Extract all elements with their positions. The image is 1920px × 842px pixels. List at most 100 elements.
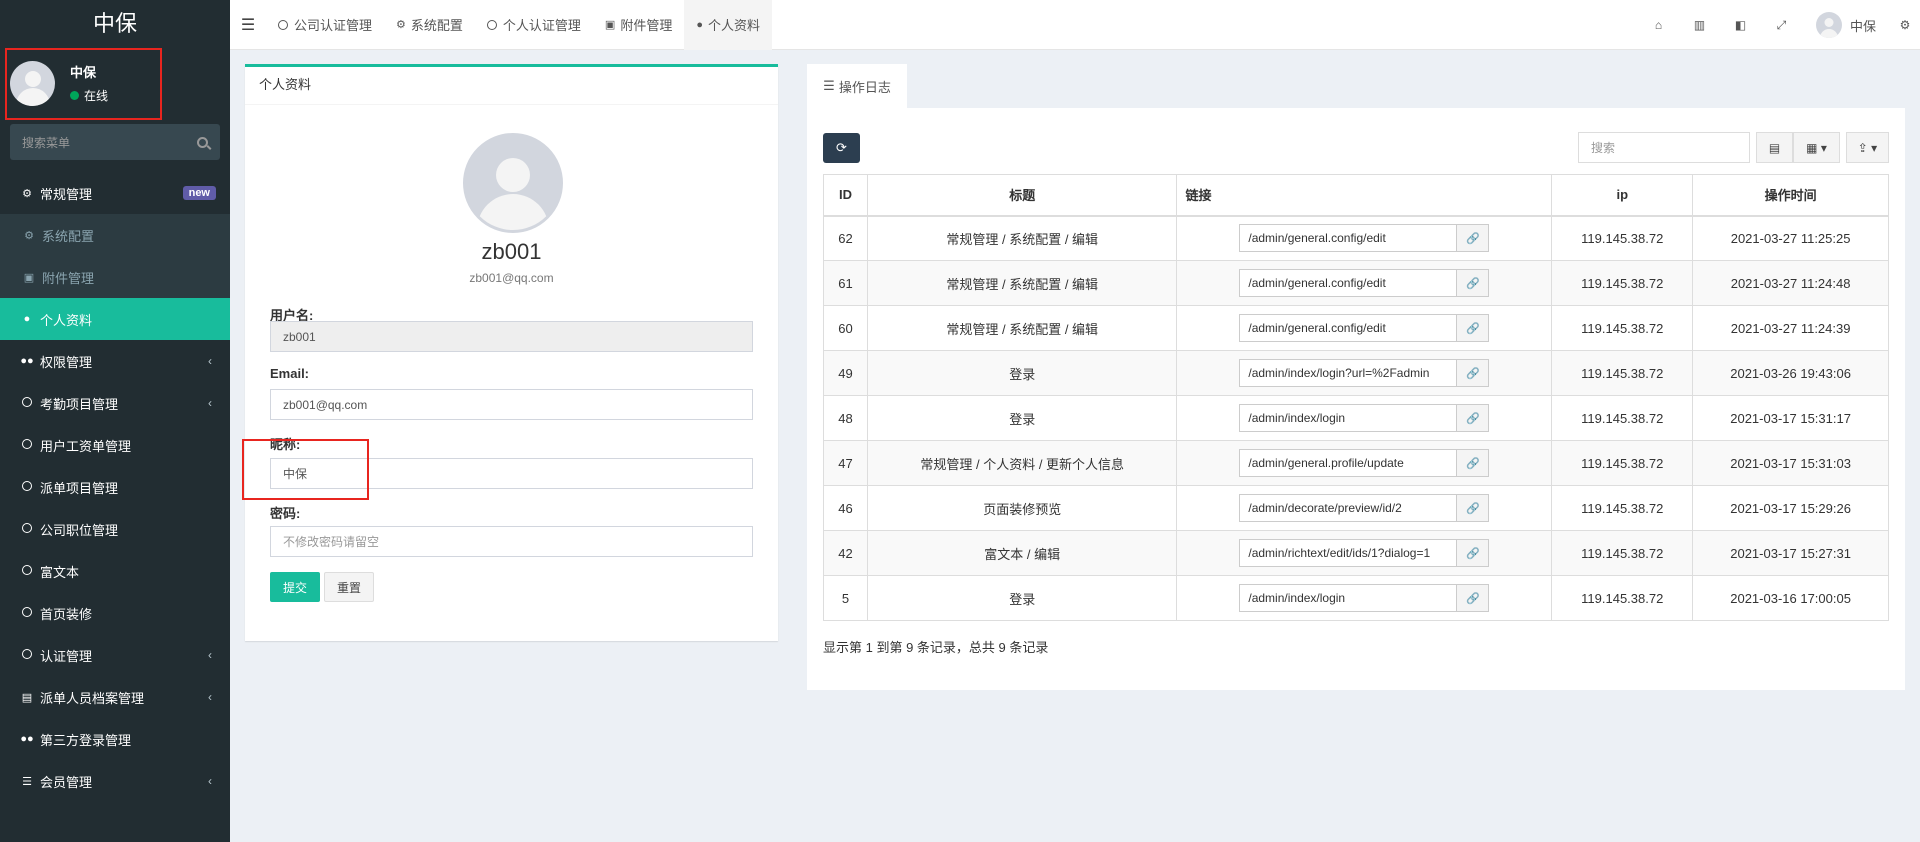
password-field[interactable]: 不修改密码请留空 xyxy=(270,526,753,557)
log-body: ⟳ 搜索 ▤ ▦ ▾ ⇪ ▾ ID 标题 链接 ip 操作时间 62 常规管理 … xyxy=(807,108,1905,690)
url-field[interactable]: /admin/general.config/edit xyxy=(1240,315,1457,341)
sidebar-item-staff-archive[interactable]: ▤ 派单人员档案管理 ‹ xyxy=(0,676,230,718)
cell-time: 2021-03-17 15:29:26 xyxy=(1692,485,1889,531)
sidebar-item-label: 系统配置 xyxy=(42,228,95,244)
email-field[interactable]: zb001@qq.com xyxy=(270,389,753,420)
cell-ip[interactable]: 119.145.38.72 xyxy=(1551,350,1694,396)
sidebar-item-dispatch[interactable]: 派单项目管理 xyxy=(0,466,230,508)
tab-system-config[interactable]: ⚙ 系统配置 xyxy=(384,0,475,50)
col-time[interactable]: 操作时间 xyxy=(1692,174,1889,217)
cell-title: 登录 xyxy=(866,575,1178,621)
cell-ip[interactable]: 119.145.38.72 xyxy=(1551,215,1694,261)
link-icon[interactable]: 🔗 xyxy=(1456,360,1489,386)
sidebar-item-label: 派单人员档案管理 xyxy=(40,690,145,706)
submit-button[interactable]: 提交 xyxy=(270,572,320,602)
url-field[interactable]: /admin/index/login?url=%2Fadmin xyxy=(1240,360,1457,386)
url-field[interactable]: /admin/general.profile/update xyxy=(1240,450,1457,476)
sidebar-item-label: 常规管理 xyxy=(40,186,93,202)
link-icon[interactable]: 🔗 xyxy=(1456,315,1489,341)
cell-ip[interactable]: 119.145.38.72 xyxy=(1551,395,1694,441)
language-icon[interactable]: ◧ xyxy=(1720,18,1761,32)
file-image-icon: ▣ xyxy=(23,271,35,284)
chevron-left-icon: ‹ xyxy=(208,774,212,788)
sidebar-item-general[interactable]: ⚙ 常规管理 new xyxy=(0,172,230,214)
table-row: 61 常规管理 / 系统配置 / 编辑 /admin/general.confi… xyxy=(823,260,1889,306)
sidebar-item-richtext[interactable]: 富文本 xyxy=(0,550,230,592)
chevron-left-icon: ‹ xyxy=(208,690,212,704)
gears-icon[interactable]: ⚙ xyxy=(1890,18,1920,32)
col-link[interactable]: 链接 xyxy=(1176,174,1553,217)
cell-time: 2021-03-17 15:27:31 xyxy=(1692,530,1889,576)
file-image-icon: ▣ xyxy=(604,19,616,31)
refresh-button[interactable]: ⟳ xyxy=(823,133,860,163)
fullscreen-icon[interactable]: ⤢ xyxy=(1761,18,1802,33)
link-icon[interactable]: 🔗 xyxy=(1456,270,1489,296)
trash-icon[interactable]: ▥ xyxy=(1679,18,1720,32)
link-icon[interactable]: 🔗 xyxy=(1456,225,1489,252)
cell-ip[interactable]: 119.145.38.72 xyxy=(1551,485,1694,531)
cell-ip[interactable]: 119.145.38.72 xyxy=(1551,440,1694,486)
cell-id: 60 xyxy=(823,305,868,351)
sidebar-item-payroll[interactable]: 用户工资单管理 xyxy=(0,424,230,466)
tab-personal-cert[interactable]: 个人认证管理 xyxy=(475,0,593,50)
cell-title: 常规管理 / 系统配置 / 编辑 xyxy=(866,260,1178,306)
sidebar-item-label: 公司职位管理 xyxy=(40,522,119,538)
sidebar-item-positions[interactable]: 公司职位管理 xyxy=(0,508,230,550)
sidebar-item-decorate[interactable]: 首页装修 xyxy=(0,592,230,634)
log-search-input[interactable]: 搜索 xyxy=(1578,132,1750,163)
sidebar-item-profile[interactable]: ● 个人资料 xyxy=(0,298,230,340)
url-field[interactable]: /admin/general.config/edit xyxy=(1240,270,1457,296)
sidebar-item-label: 首页装修 xyxy=(40,606,93,622)
tab-profile[interactable]: ● 个人资料 xyxy=(684,0,773,50)
url-field[interactable]: /admin/index/login xyxy=(1240,405,1457,431)
tab-company-cert[interactable]: 公司认证管理 xyxy=(266,0,384,50)
menu-toggle-icon[interactable]: ☰ xyxy=(230,15,266,35)
url-field[interactable]: /admin/general.config/edit xyxy=(1240,225,1457,252)
url-field[interactable]: /admin/decorate/preview/id/2 xyxy=(1240,495,1457,521)
sidebar-item-third-party[interactable]: ●● 第三方登录管理 xyxy=(0,718,230,760)
sidebar-item-config[interactable]: ⚙ 系统配置 xyxy=(0,214,230,256)
circle-o-icon xyxy=(20,438,34,452)
link-icon[interactable]: 🔗 xyxy=(1456,405,1489,431)
sidebar-item-certification[interactable]: 认证管理 ‹ xyxy=(0,634,230,676)
link-icon[interactable]: 🔗 xyxy=(1456,450,1489,476)
col-id[interactable]: ID xyxy=(823,174,868,217)
tab-attachment[interactable]: ▣ 附件管理 xyxy=(593,0,684,50)
home-icon[interactable]: ⌂ xyxy=(1638,18,1679,32)
circle-o-icon xyxy=(486,19,497,30)
cell-link: /admin/general.config/edit 🔗 xyxy=(1176,305,1553,351)
url-field[interactable]: /admin/richtext/edit/ids/1?dialog=1 xyxy=(1240,540,1457,566)
search-icon[interactable] xyxy=(197,136,208,148)
gear-icon: ⚙ xyxy=(24,229,34,242)
cell-ip[interactable]: 119.145.38.72 xyxy=(1551,305,1694,351)
sidebar-item-label: 富文本 xyxy=(40,564,80,580)
url-field[interactable]: /admin/index/login xyxy=(1240,585,1457,611)
tab-operation-log[interactable]: ☰ 操作日志 xyxy=(807,64,907,108)
group-icon: ●● xyxy=(20,355,34,367)
sidebar-item-members[interactable]: ☰ 会员管理 ‹ xyxy=(0,760,230,802)
sidebar-item-label: 会员管理 xyxy=(40,774,93,790)
col-ip[interactable]: ip xyxy=(1551,174,1694,217)
cell-ip[interactable]: 119.145.38.72 xyxy=(1551,530,1694,576)
columns-button[interactable]: ▦ ▾ xyxy=(1793,132,1840,163)
reset-button[interactable]: 重置 xyxy=(324,572,374,602)
sidebar-item-auth[interactable]: ●● 权限管理 ‹ xyxy=(0,340,230,382)
col-title[interactable]: 标题 xyxy=(866,174,1178,217)
toggle-view-button[interactable]: ▤ xyxy=(1756,132,1793,163)
cell-ip[interactable]: 119.145.38.72 xyxy=(1551,260,1694,306)
list-icon: ☰ xyxy=(22,775,32,788)
brand-logo[interactable]: 中保 xyxy=(0,0,230,48)
link-icon[interactable]: 🔗 xyxy=(1456,585,1489,611)
profile-avatar[interactable] xyxy=(463,133,563,233)
link-icon[interactable]: 🔗 xyxy=(1456,540,1489,566)
link-icon[interactable]: 🔗 xyxy=(1456,495,1489,521)
profile-username: zb001 xyxy=(481,239,542,264)
export-button[interactable]: ⇪ ▾ xyxy=(1846,132,1889,163)
sidebar-item-attendance[interactable]: 考勤项目管理 ‹ xyxy=(0,382,230,424)
top-user-menu[interactable]: 中保 xyxy=(1802,12,1890,38)
sidebar-item-attachment[interactable]: ▣ 附件管理 xyxy=(0,256,230,298)
cell-time: 2021-03-26 19:43:06 xyxy=(1692,350,1889,396)
menu-search-input[interactable]: 搜索菜单 xyxy=(10,124,220,160)
columns-icon: ▦ ▾ xyxy=(1806,140,1827,155)
cell-ip[interactable]: 119.145.38.72 xyxy=(1551,575,1694,621)
